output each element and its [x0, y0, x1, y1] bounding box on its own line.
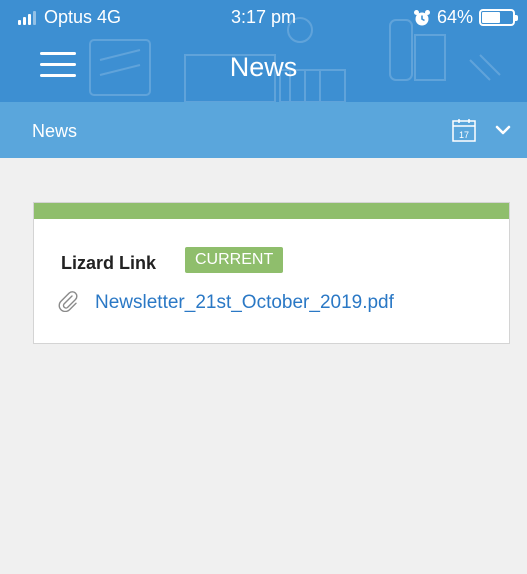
section-title: News	[32, 121, 78, 141]
subheader-bar: News	[0, 102, 527, 158]
app-header: Optus 4G 3:17 pm 64% News	[0, 0, 527, 102]
calendar-day: 17	[459, 130, 469, 140]
battery-icon	[479, 9, 518, 26]
calendar-icon[interactable]: 17	[451, 117, 477, 143]
status-right: 64%	[413, 7, 518, 28]
card-accent-bar	[34, 203, 509, 219]
paperclip-icon	[58, 291, 78, 312]
status-badge: CURRENT	[185, 247, 284, 273]
news-item-title: Lizard Link	[61, 253, 157, 273]
chevron-down-icon[interactable]	[494, 121, 512, 139]
attachment-link[interactable]: Newsletter_21st_October_2019.pdf	[95, 292, 394, 314]
news-card: Lizard Link CURRENT Newsletter_21st_Octo…	[33, 202, 510, 344]
status-bar: Optus 4G 3:17 pm 64%	[0, 0, 527, 36]
alarm-clock-icon	[413, 9, 430, 25]
page-title: News	[229, 52, 298, 82]
battery-percent: 64%	[436, 7, 473, 27]
